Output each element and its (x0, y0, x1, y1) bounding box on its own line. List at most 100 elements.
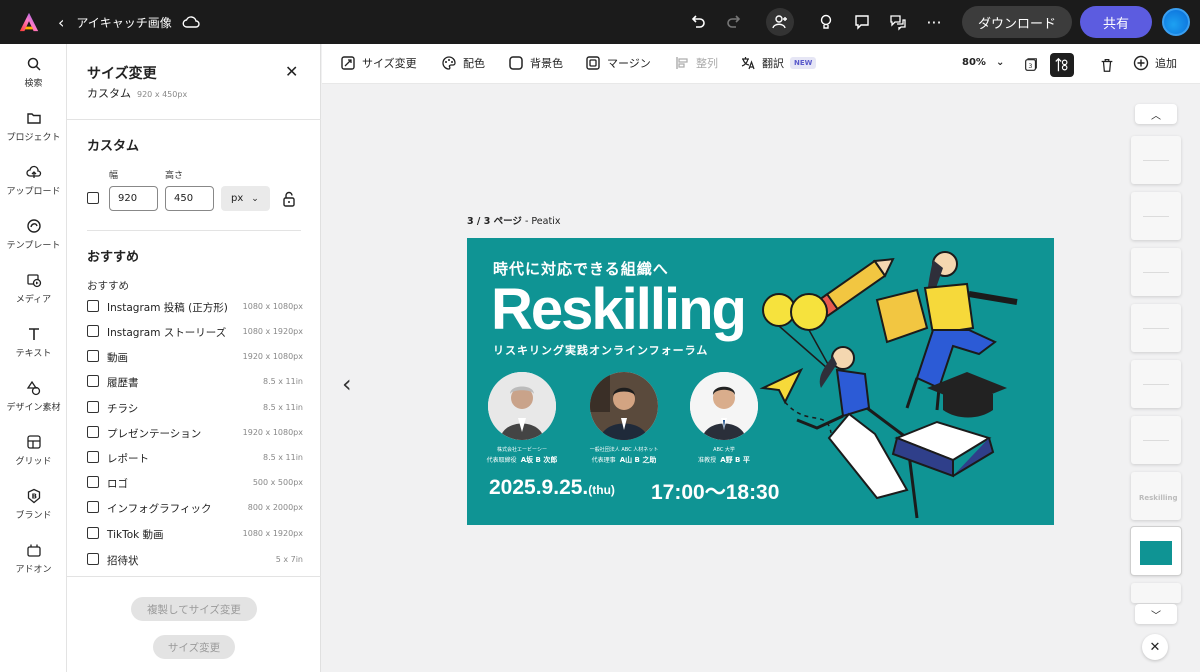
preset-row[interactable]: 動画 1920 x 1080px (87, 350, 303, 364)
preset-row[interactable]: プレゼンテーション 1920 x 1080px (87, 426, 303, 440)
page-thumbnail[interactable] (1131, 136, 1181, 184)
unlock-icon[interactable] (282, 191, 296, 207)
color-tool-label: 配色 (463, 57, 485, 70)
preset-row[interactable]: 履歴書 8.5 x 11in (87, 375, 303, 389)
preset-row[interactable]: ロゴ 500 x 500px (87, 476, 303, 490)
rail-item-brand[interactable]: B ブランド (0, 488, 67, 521)
width-field[interactable]: 920 (109, 186, 158, 211)
reskilling-illustration (759, 251, 1018, 519)
avatar[interactable] (1162, 8, 1190, 36)
page-thumbnail[interactable] (1131, 416, 1181, 464)
preset-checkbox[interactable] (87, 553, 99, 565)
share-button[interactable]: 共有 (1080, 6, 1152, 38)
undo-icon[interactable] (687, 11, 709, 33)
page-count-icon[interactable]: 3 (1019, 53, 1043, 77)
add-page-button[interactable]: 追加 (1133, 55, 1177, 71)
thumbnails-up-icon[interactable]: ︿ (1135, 104, 1177, 124)
brand-icon: B (27, 488, 40, 504)
preset-name: インフォグラフィック (107, 503, 212, 515)
trash-icon[interactable] (1095, 53, 1119, 77)
divider (67, 576, 321, 577)
rail-item-media[interactable]: メディア (0, 272, 67, 305)
close-thumbnails-icon[interactable]: ✕ (1142, 634, 1168, 660)
preset-row[interactable]: 招待状 5 x 7in (87, 553, 303, 567)
rail-item-label: デザイン素材 (6, 403, 61, 413)
preset-row[interactable]: TikTok 動画 1080 x 1920px (87, 527, 303, 541)
resize-tool-label: サイズ変更 (362, 57, 417, 70)
rail-item-label: テキスト (15, 349, 52, 359)
page-thumbnail[interactable]: Reskilling (1131, 472, 1181, 520)
height-field[interactable]: 450 (165, 186, 214, 211)
preset-checkbox[interactable] (87, 426, 99, 438)
rail-item-search[interactable]: 検索 (0, 56, 67, 89)
preset-row[interactable]: Instagram ストーリーズ 1080 x 1920px (87, 325, 303, 339)
preset-checkbox[interactable] (87, 476, 99, 488)
design-canvas[interactable]: 時代に対応できる組織へ Reskilling リスキリング実践オンラインフォーラ… (467, 238, 1054, 525)
color-tool-button[interactable]: 配色 (441, 55, 485, 71)
margin-tool-button[interactable]: マージン (585, 55, 651, 71)
rail-item-grid[interactable]: グリッド (0, 434, 67, 467)
rail-item-projects[interactable]: プロジェクト (0, 110, 67, 143)
speaker-name-line: 代表取締役 A坂 B 次郎 (486, 456, 558, 464)
background-tool-button[interactable]: 背景色 (508, 55, 563, 71)
add-icon (1133, 55, 1149, 71)
document-title[interactable]: アイキャッチ画像 (76, 14, 171, 31)
preset-checkbox[interactable] (87, 527, 99, 539)
preset-checkbox[interactable] (87, 501, 99, 513)
resize-tool-button[interactable]: サイズ変更 (340, 55, 417, 71)
back-icon[interactable]: ‹ (58, 13, 64, 32)
page-thumbnail[interactable] (1131, 304, 1181, 352)
thumbnail-preview (1140, 541, 1172, 565)
cloud-sync-icon[interactable] (182, 15, 200, 29)
translate-tool-button[interactable]: 翻訳 NEW (740, 55, 817, 71)
page-thumbnail-active[interactable] (1131, 527, 1181, 575)
preset-dims: 5 x 7in (275, 555, 303, 564)
preset-row[interactable]: Instagram 投稿 (正方形) 1080 x 1080px (87, 300, 303, 314)
preset-dims: 8.5 x 11in (262, 403, 303, 412)
close-icon[interactable]: ✕ (285, 62, 298, 81)
height-label: 高さ (165, 171, 184, 181)
preset-checkbox[interactable] (87, 401, 99, 413)
rail-item-text[interactable]: テキスト (0, 326, 67, 359)
share-review-icon[interactable] (887, 11, 909, 33)
more-icon[interactable]: ··· (923, 11, 945, 33)
left-rail: 検索 プロジェクト アップロード テンプレート メディア テキスト デザイン素材… (0, 44, 67, 672)
preset-row[interactable]: レポート 8.5 x 11in (87, 451, 303, 465)
rail-item-addons[interactable]: アドオン (0, 542, 67, 575)
rail-item-upload[interactable]: アップロード (0, 164, 67, 197)
layers-toggle-icon[interactable] (1050, 53, 1074, 77)
rail-item-design-elements[interactable]: デザイン素材 (0, 380, 67, 413)
preset-checkbox[interactable] (87, 451, 99, 463)
redo-icon[interactable] (723, 11, 745, 33)
preset-row[interactable]: インフォグラフィック 800 x 2000px (87, 501, 303, 515)
align-tool-button[interactable]: 整列 (674, 55, 718, 71)
new-badge: NEW (790, 57, 817, 69)
speaker-photo (690, 372, 758, 440)
preset-name: 招待状 (107, 555, 139, 567)
adobe-express-logo-icon[interactable] (18, 11, 40, 33)
resize-button[interactable]: サイズ変更 (153, 635, 235, 659)
zoom-select[interactable]: 80% ⌄ (962, 57, 1004, 68)
divider (67, 119, 321, 120)
download-button[interactable]: ダウンロード (961, 6, 1072, 38)
page-thumbnail[interactable] (1131, 583, 1181, 603)
comment-icon[interactable] (851, 11, 873, 33)
preset-row[interactable]: チラシ 8.5 x 11in (87, 401, 303, 415)
unit-select[interactable]: px ⌄ (221, 186, 270, 211)
page-thumbnail[interactable] (1131, 360, 1181, 408)
preset-checkbox[interactable] (87, 300, 99, 312)
duplicate-resize-button[interactable]: 複製してサイズ変更 (131, 597, 257, 621)
invite-user-icon[interactable] (765, 8, 794, 36)
thumbnails-down-icon[interactable]: ﹀ (1135, 604, 1177, 624)
rail-item-label: プロジェクト (6, 133, 61, 143)
preset-name: Instagram ストーリーズ (107, 327, 227, 339)
preset-checkbox[interactable] (87, 375, 99, 387)
lightbulb-icon[interactable] (815, 11, 837, 33)
previous-page-icon[interactable]: ‹ (342, 370, 352, 398)
preset-checkbox[interactable] (87, 325, 99, 337)
page-thumbnail[interactable] (1131, 248, 1181, 296)
page-thumbnail[interactable] (1131, 192, 1181, 240)
preset-checkbox[interactable] (87, 350, 99, 362)
aspect-checkbox[interactable] (87, 192, 99, 204)
rail-item-templates[interactable]: テンプレート (0, 218, 67, 251)
